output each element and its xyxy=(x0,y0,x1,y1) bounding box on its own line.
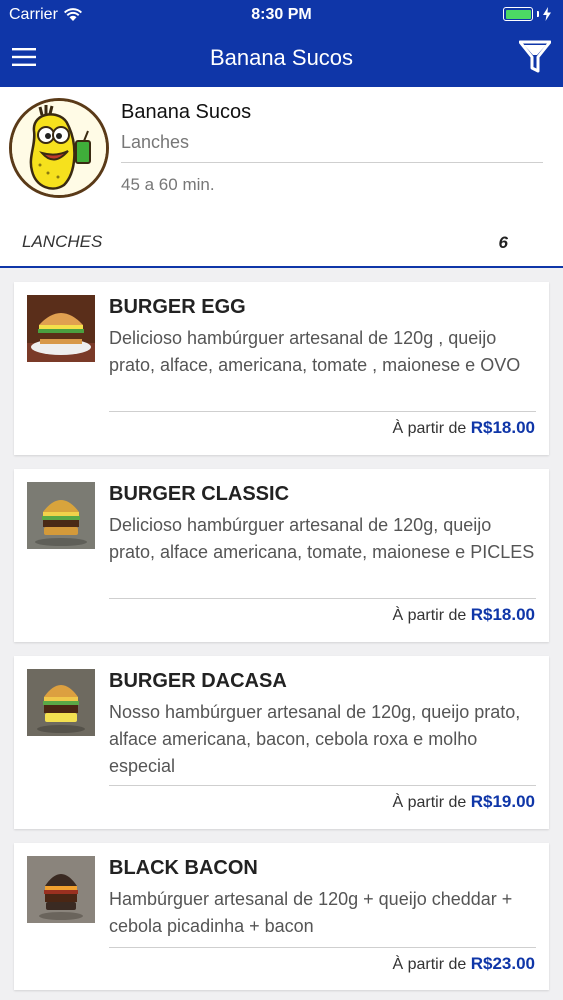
product-description: Hambúrguer artesanal de 120g + queijo ch… xyxy=(109,889,513,936)
product-name: BURGER CLASSIC xyxy=(109,483,290,505)
product-price: R$18.00 xyxy=(470,418,535,437)
divider xyxy=(109,785,536,786)
product-image xyxy=(27,482,95,549)
restaurant-header: Banana Sucos Lanches 45 a 60 min. LANCHE… xyxy=(0,87,563,268)
charging-bolt-icon xyxy=(543,7,551,21)
product-price: R$18.00 xyxy=(470,605,535,624)
divider xyxy=(109,411,536,412)
section-underline xyxy=(0,266,563,268)
price-prefix: À partir de xyxy=(392,607,467,624)
product-description: Delicioso hambúrguer artesanal de 120g ,… xyxy=(109,328,521,375)
product-name: BURGER DACASA xyxy=(109,670,287,692)
banana-mascot-icon xyxy=(12,101,106,195)
product-card[interactable]: BLACK BACON Hambúrguer artesanal de 120g… xyxy=(14,843,549,990)
restaurant-logo xyxy=(9,98,109,198)
battery-indicator xyxy=(503,7,551,21)
product-card[interactable]: BURGER DACASA Nosso hambúrguer artesanal… xyxy=(14,656,549,829)
delivery-time: 45 a 60 min. xyxy=(121,175,215,194)
product-image xyxy=(27,856,95,923)
page-title: Banana Sucos xyxy=(209,45,354,70)
price-row: À partir de R$23.00 xyxy=(392,954,535,974)
filter-funnel-icon[interactable] xyxy=(519,40,551,74)
restaurant-name: Banana Sucos xyxy=(121,101,252,123)
price-prefix: À partir de xyxy=(392,794,467,811)
navigation-bar: Banana Sucos xyxy=(0,30,563,87)
price-prefix: À partir de xyxy=(392,956,467,973)
product-card[interactable]: BURGER CLASSIC Delicioso hambúrguer arte… xyxy=(14,469,549,642)
product-name: BLACK BACON xyxy=(109,857,258,879)
product-price: R$19.00 xyxy=(470,792,535,811)
price-prefix: À partir de xyxy=(392,420,467,437)
product-name: BURGER EGG xyxy=(109,296,246,318)
section-label: LANCHES xyxy=(22,232,103,251)
product-price: R$23.00 xyxy=(470,954,535,973)
restaurant-category: Lanches xyxy=(121,132,190,152)
divider xyxy=(109,598,536,599)
product-card[interactable]: BURGER EGG Delicioso hambúrguer artesana… xyxy=(14,282,549,455)
product-description: Nosso hambúrguer artesanal de 120g, quei… xyxy=(109,702,521,776)
product-description: Delicioso hambúrguer artesanal de 120g, … xyxy=(109,515,535,562)
price-row: À partir de R$18.00 xyxy=(392,418,535,438)
product-image xyxy=(27,295,95,362)
section-count: 6 xyxy=(498,233,508,252)
status-time: 8:30 PM xyxy=(251,6,312,23)
divider xyxy=(109,947,536,948)
battery-icon xyxy=(503,7,533,21)
divider xyxy=(121,162,543,163)
price-row: À partir de R$19.00 xyxy=(392,792,535,812)
product-image xyxy=(27,669,95,736)
status-bar: Carrier 8:30 PM xyxy=(0,0,563,30)
price-row: À partir de R$18.00 xyxy=(392,605,535,625)
